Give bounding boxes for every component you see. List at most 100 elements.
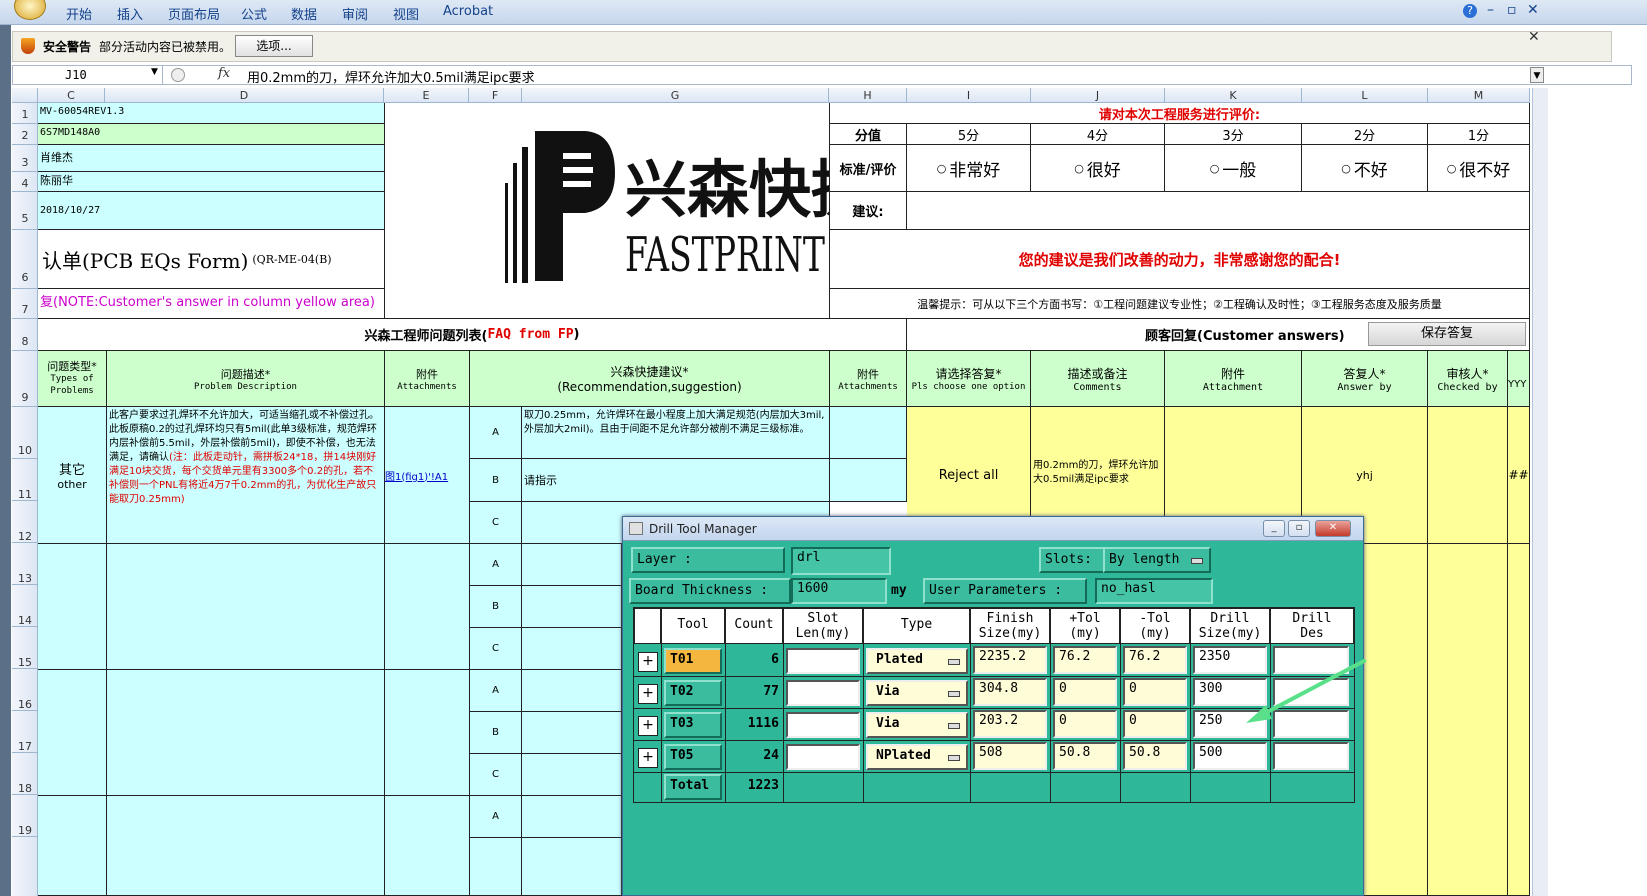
tool-t03[interactable]: T03 (664, 712, 722, 738)
row-5[interactable]: 5 (12, 192, 38, 230)
minimize-icon[interactable]: – (1487, 2, 1494, 18)
des-t05[interactable] (1273, 742, 1349, 770)
menu-data[interactable]: 数据 (291, 4, 317, 23)
answer-by-col-lower[interactable] (1364, 544, 1428, 896)
cell-c1[interactable]: MV-60054REV1.3 (38, 103, 385, 124)
row-16[interactable]: 16 (12, 669, 38, 711)
mtol-t03[interactable]: 0 (1123, 710, 1187, 738)
row-9[interactable]: 9 (12, 351, 38, 407)
expand-formula-icon[interactable]: ▼ (1530, 67, 1544, 83)
sugg-20[interactable] (522, 838, 622, 896)
row-7[interactable]: 7 (12, 289, 38, 319)
tool-t05[interactable]: T05 (664, 744, 722, 770)
save-answer-button[interactable]: 保存答复 (1368, 322, 1526, 346)
col-h[interactable]: H (829, 88, 907, 103)
rating-1[interactable]: ○ 很不好 (1428, 145, 1530, 192)
chevron-down-icon[interactable]: ▼ (151, 67, 158, 77)
cell-c3[interactable]: 肖维杰 (38, 145, 385, 172)
row-1[interactable]: 1 (12, 103, 38, 124)
sugg-15[interactable] (522, 628, 622, 670)
row-3[interactable]: 3 (12, 145, 38, 172)
row-4[interactable]: 4 (12, 172, 38, 192)
maximize-icon[interactable]: ▫ (1288, 520, 1310, 537)
col-e[interactable]: E (384, 88, 469, 103)
mtol-t02[interactable]: 0 (1123, 678, 1187, 706)
dropdown-icon[interactable] (948, 659, 960, 665)
ptol-t03[interactable]: 0 (1053, 710, 1117, 738)
sugg-b[interactable]: 请指示 (522, 459, 830, 502)
rating-4[interactable]: ○ 很好 (1031, 145, 1165, 192)
rating-2[interactable]: ○ 不好 (1302, 145, 1428, 192)
formula-toggle-icon[interactable] (171, 68, 185, 82)
sugg-16[interactable] (522, 670, 622, 712)
sugg-18[interactable] (522, 754, 622, 796)
row-10[interactable]: 10 (12, 407, 38, 459)
expand-icon[interactable]: + (638, 684, 658, 704)
date-cell[interactable]: ## (1508, 407, 1530, 544)
col-i[interactable]: I (907, 88, 1031, 103)
desc-cell-4[interactable] (107, 796, 385, 896)
type-cell[interactable]: 其它 other (38, 407, 107, 544)
cell-c2[interactable]: 6S7MD148A0 (38, 124, 385, 145)
dropdown-icon[interactable] (948, 691, 960, 697)
checked-by-cell[interactable] (1428, 407, 1508, 544)
note-cell[interactable]: 复(NOTE:Customer's answer in column yello… (38, 289, 385, 319)
user-params-field[interactable]: no_hasl (1095, 578, 1213, 604)
slot-t02[interactable] (786, 680, 860, 706)
dropdown-icon[interactable] (948, 723, 960, 729)
sugg-13[interactable] (522, 544, 622, 586)
type-t05[interactable]: NPlated (866, 744, 968, 770)
dropdown-icon[interactable] (948, 755, 960, 761)
type-cell-3[interactable] (38, 670, 107, 796)
type-cell-4[interactable] (38, 796, 107, 896)
sugg-19[interactable] (522, 796, 622, 838)
restore-icon[interactable]: ▫ (1507, 2, 1517, 18)
mtol-t05[interactable]: 50.8 (1123, 742, 1187, 770)
menu-page-layout[interactable]: 页面布局 (168, 4, 220, 23)
row-17[interactable]: 17 (12, 711, 38, 753)
security-close-icon[interactable]: ✕ (1528, 29, 1540, 45)
expand-icon[interactable]: + (638, 748, 658, 768)
row-2[interactable]: 2 (12, 124, 38, 145)
checked-by-col-lower[interactable] (1428, 544, 1508, 896)
tool-t02[interactable]: T02 (664, 680, 722, 706)
ptol-t01[interactable]: 76.2 (1053, 646, 1117, 674)
finish-t02[interactable]: 304.8 (973, 678, 1047, 706)
radio-icon[interactable]: ○ (1210, 162, 1220, 175)
menu-acrobat[interactable]: Acrobat (443, 4, 493, 19)
close-icon[interactable]: ✕ (1315, 520, 1351, 537)
sugg-a[interactable]: 取刀0.25mm，允许焊环在最小程度上加大满足规范(内层加大3mil,外层加大2… (522, 407, 830, 459)
dropdown-icon[interactable] (1191, 558, 1203, 564)
col-l[interactable]: L (1302, 88, 1428, 103)
expand-icon[interactable]: + (638, 716, 658, 736)
ptol-t02[interactable]: 0 (1053, 678, 1117, 706)
menu-insert[interactable]: 插入 (117, 4, 143, 23)
sugg-17[interactable] (522, 712, 622, 754)
options-button[interactable]: 选项... (235, 35, 313, 57)
finish-t05[interactable]: 508 (973, 742, 1047, 770)
radio-icon[interactable]: ○ (937, 162, 947, 175)
col-k[interactable]: K (1165, 88, 1302, 103)
minimize-icon[interactable]: _ (1263, 520, 1285, 537)
desc-cell-2[interactable] (107, 544, 385, 670)
row-19[interactable]: 19 (12, 795, 38, 837)
name-box[interactable]: J10 (13, 66, 163, 84)
col-c[interactable]: C (38, 88, 105, 103)
rating-3[interactable]: ○ 一般 (1165, 145, 1302, 192)
finish-t03[interactable]: 203.2 (973, 710, 1047, 738)
col-m[interactable]: M (1428, 88, 1530, 103)
attach-cell-3[interactable] (385, 670, 470, 796)
close-icon[interactable]: ✕ (1527, 2, 1539, 18)
fx-icon[interactable]: fx (218, 66, 230, 81)
type-t03[interactable]: Via (866, 712, 968, 738)
col-j[interactable]: J (1031, 88, 1165, 103)
desc-cell-3[interactable] (107, 670, 385, 796)
row-15[interactable]: 15 (12, 627, 38, 669)
rating-5[interactable]: ○ 非常好 (907, 145, 1031, 192)
thickness-field[interactable]: 1600 (791, 578, 887, 604)
ptol-t05[interactable]: 50.8 (1053, 742, 1117, 770)
radio-icon[interactable]: ○ (1447, 162, 1457, 175)
row-12[interactable]: 12 (12, 501, 38, 543)
slot-t01[interactable] (786, 648, 860, 674)
attach-link[interactable]: 图1(fig1)'!A1 (385, 468, 448, 483)
